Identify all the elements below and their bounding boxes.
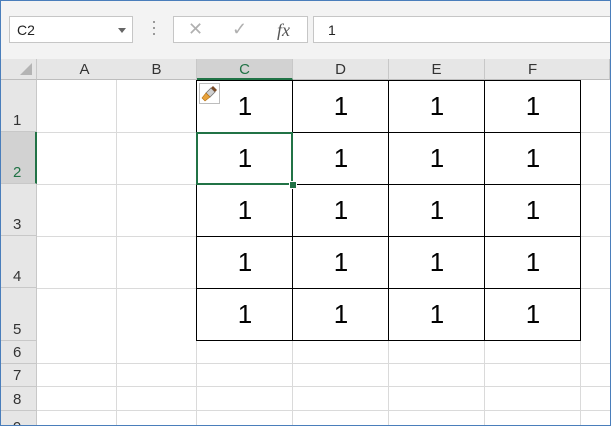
column-header-b[interactable]: B xyxy=(117,59,197,80)
spreadsheet-window: C2 ✕ ✓ fx 1 A B C D E F 1 2 3 4 5 6 7 8 … xyxy=(0,0,611,426)
row-header-6[interactable]: 6 xyxy=(1,341,37,364)
grid-line xyxy=(37,410,610,411)
fill-handle[interactable] xyxy=(289,181,297,189)
row-header-8[interactable]: 8 xyxy=(1,387,37,411)
table-border xyxy=(484,80,485,341)
select-all-button[interactable] xyxy=(1,59,37,80)
grid-line xyxy=(37,386,610,387)
cell-f3[interactable]: 1 xyxy=(485,184,581,236)
row-header-4[interactable]: 4 xyxy=(1,236,37,288)
column-header-f[interactable]: F xyxy=(485,59,610,80)
name-box-value: C2 xyxy=(17,22,35,38)
cell-d1[interactable]: 1 xyxy=(293,80,389,132)
cell-e3[interactable]: 1 xyxy=(389,184,485,236)
table-border xyxy=(580,80,581,341)
column-header-e[interactable]: E xyxy=(389,59,485,80)
formula-value: 1 xyxy=(328,22,336,38)
cancel-icon[interactable]: ✕ xyxy=(188,19,203,40)
cell-f1[interactable]: 1 xyxy=(485,80,581,132)
drag-handle-icon[interactable] xyxy=(152,21,156,37)
table-border xyxy=(388,80,389,341)
cell-f5[interactable]: 1 xyxy=(485,288,581,340)
cell-c4[interactable]: 1 xyxy=(197,236,293,288)
chevron-down-icon[interactable] xyxy=(118,28,126,33)
cell-e5[interactable]: 1 xyxy=(389,288,485,340)
row-header-9[interactable]: 9 xyxy=(1,411,37,425)
cell-f4[interactable]: 1 xyxy=(485,236,581,288)
formula-bar-area: C2 ✕ ✓ fx 1 xyxy=(1,1,610,59)
cell-c3[interactable]: 1 xyxy=(197,184,293,236)
cell-d5[interactable]: 1 xyxy=(293,288,389,340)
active-cell-outline xyxy=(196,132,293,185)
column-header-c[interactable]: C xyxy=(197,59,293,80)
cell-f2[interactable]: 1 xyxy=(485,132,581,184)
cell-d2[interactable]: 1 xyxy=(293,132,389,184)
row-header-1[interactable]: 1 xyxy=(1,80,37,132)
row-header-5[interactable]: 5 xyxy=(1,288,37,341)
cell-d3[interactable]: 1 xyxy=(293,184,389,236)
grid-line xyxy=(37,363,610,364)
cell-e4[interactable]: 1 xyxy=(389,236,485,288)
formula-buttons: ✕ ✓ fx xyxy=(173,16,308,43)
name-box[interactable]: C2 xyxy=(9,16,133,43)
cell-e1[interactable]: 1 xyxy=(389,80,485,132)
row-header-3[interactable]: 3 xyxy=(1,184,37,236)
table-border xyxy=(196,80,197,341)
table-border xyxy=(292,80,293,341)
formula-input[interactable]: 1 xyxy=(313,16,610,43)
insert-function-icon[interactable]: fx xyxy=(277,20,290,41)
enter-icon[interactable]: ✓ xyxy=(232,19,247,40)
cell-d4[interactable]: 1 xyxy=(293,236,389,288)
cell-c5[interactable]: 1 xyxy=(197,288,293,340)
column-header-d[interactable]: D xyxy=(293,59,389,80)
row-header-7[interactable]: 7 xyxy=(1,364,37,387)
cell-e2[interactable]: 1 xyxy=(389,132,485,184)
paintbrush-icon[interactable] xyxy=(199,83,220,104)
row-header-2[interactable]: 2 xyxy=(1,132,37,184)
grid-line xyxy=(116,80,117,425)
